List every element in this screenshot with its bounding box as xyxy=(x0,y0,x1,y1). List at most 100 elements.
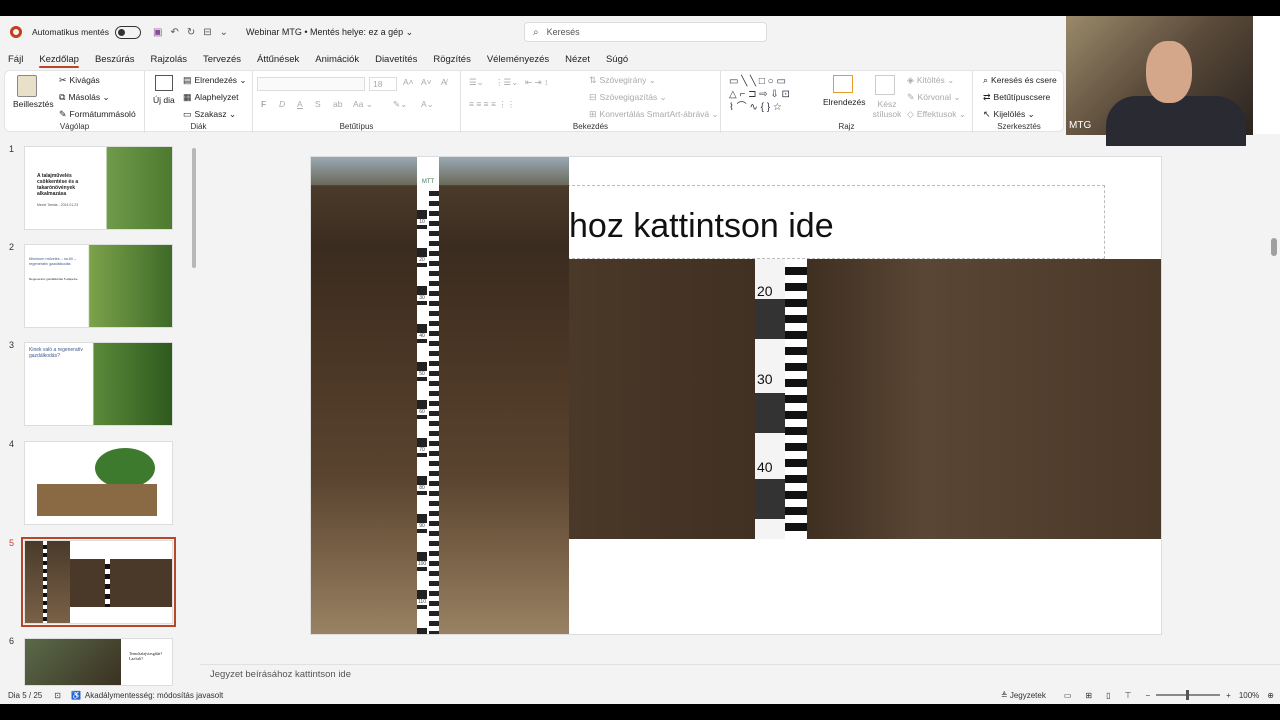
font-name-box[interactable] xyxy=(257,77,365,91)
numbering-icon[interactable]: ⋮☰⌄ xyxy=(495,77,518,88)
slideshow-icon[interactable]: ⊤ xyxy=(1125,691,1132,700)
highlight-icon[interactable]: ✎⌄ xyxy=(393,99,407,110)
layout-button[interactable]: ▤ Elrendezés ⌄ xyxy=(183,75,247,86)
notes-button[interactable]: ≜ Jegyzetek xyxy=(1001,691,1046,700)
save-icon[interactable]: ▣ xyxy=(153,27,162,38)
fill-button[interactable]: ◈ Kitöltés ⌄ xyxy=(907,75,954,86)
clear-format-icon[interactable]: A̸ xyxy=(441,77,447,87)
cut-button[interactable]: ✂ Kivágás xyxy=(59,75,100,86)
accessibility-status[interactable]: Akadálymentesség: módosítás javasolt xyxy=(85,691,223,700)
zoom-in-icon[interactable]: + xyxy=(1226,691,1231,700)
tab-insert[interactable]: Beszúrás xyxy=(87,54,143,68)
zoom-slider[interactable] xyxy=(1156,690,1221,700)
soil-image-left[interactable]: MTT 10 20 30 40 50 60 70 80 90 100 110 xyxy=(311,157,569,634)
new-slide-icon[interactable] xyxy=(155,75,173,91)
zoom-out-icon[interactable]: − xyxy=(1145,691,1150,700)
slide-thumbnail-1[interactable]: A talajművelés csökkentése és a takarónö… xyxy=(24,146,173,230)
font-color-icon[interactable]: A⌄ xyxy=(421,99,434,110)
text-direction-button[interactable]: ⇅ Szövegirány ⌄ xyxy=(589,75,656,86)
find-replace-button[interactable]: ⌕ Keresés és csere xyxy=(983,75,1057,86)
slide-thumbnail-6[interactable]: Termőtalajvizsgálat? Laz/tali? xyxy=(24,638,173,686)
tab-help[interactable]: Súgó xyxy=(598,54,636,68)
accessibility-icon[interactable]: ♿ xyxy=(71,691,81,700)
change-case-button[interactable]: Aa ⌄ xyxy=(353,99,373,110)
reading-view-icon[interactable]: ▯ xyxy=(1106,691,1110,700)
replace-fonts-button[interactable]: ⇄ Betűtípuscsere xyxy=(983,92,1050,103)
slide-thumbnail-5[interactable] xyxy=(21,537,176,627)
strikethrough-button[interactable]: S xyxy=(315,99,321,109)
present-icon[interactable]: ⊟ xyxy=(203,27,211,38)
ribbon-tabs: Fájl Kezdőlap Beszúrás Rajzolás Tervezés… xyxy=(0,48,1066,68)
section-button[interactable]: ▭ Szakasz ⌄ xyxy=(183,109,236,120)
fit-to-window-icon[interactable]: ⊕ xyxy=(1267,691,1274,700)
notes-placeholder[interactable]: Jegyzet beírásához kattintson ide xyxy=(210,669,351,680)
italic-button[interactable]: D xyxy=(279,99,285,109)
tab-view[interactable]: Nézet xyxy=(557,54,598,68)
tab-slideshow[interactable]: Diavetítés xyxy=(367,54,425,68)
effects-button[interactable]: ◇ Effektusok ⌄ xyxy=(907,109,966,120)
slides-pane-scrollbar[interactable] xyxy=(191,142,197,682)
powerpoint-logo-icon xyxy=(10,26,22,38)
copy-button[interactable]: ⧉ Másolás ⌄ xyxy=(59,92,110,103)
indent-icons[interactable]: ⇤ ⇥ ↕ xyxy=(525,77,548,88)
slide-thumbnail-4[interactable] xyxy=(24,441,173,525)
paste-icon[interactable] xyxy=(17,75,37,97)
tab-transitions[interactable]: Áttűnések xyxy=(249,54,307,68)
select-button[interactable]: ↖ Kijelölés ⌄ xyxy=(983,109,1035,120)
shrink-font-icon[interactable]: A˅ xyxy=(421,77,432,87)
tab-design[interactable]: Tervezés xyxy=(195,54,249,68)
format-painter-button[interactable]: ✎ Formátummásoló xyxy=(59,109,136,120)
notes-icon: ≜ xyxy=(1000,690,1008,700)
normal-view-icon[interactable]: ▭ xyxy=(1064,691,1072,700)
outline-button[interactable]: ✎ Körvonal ⌄ xyxy=(907,92,961,103)
shapes-gallery[interactable]: ▭ ╲ ╲ □ ○ ▭ △ ⌐ ⊐ ⇨ ⇩ ⊡ ⌇ ⌒ ∿ { } ☆ xyxy=(729,75,815,115)
customize-toolbar-icon[interactable]: ⌄ xyxy=(220,27,228,38)
paste-button[interactable]: Beillesztés xyxy=(13,99,54,109)
smartart-icon: ⊞ xyxy=(589,109,597,119)
new-slide-button[interactable]: Új dia xyxy=(153,95,175,105)
thumb-5-soil-left xyxy=(25,541,70,623)
font-size-box[interactable]: 18 xyxy=(369,77,397,91)
grow-font-icon[interactable]: A˄ xyxy=(403,77,414,87)
arrange-button[interactable]: Elrendezés xyxy=(823,97,866,107)
ribbon: Beillesztés ✂ Kivágás ⧉ Másolás ⌄ ✎ Formátu… xyxy=(0,68,1066,134)
notes-pane[interactable]: Jegyzet beírásához kattintson ide xyxy=(200,664,1280,686)
tab-review[interactable]: Véleményezés xyxy=(479,54,557,68)
undo-icon[interactable]: ↶ xyxy=(170,27,178,38)
tab-draw[interactable]: Rajzolás xyxy=(143,54,195,68)
scrollbar-thumb[interactable] xyxy=(1271,238,1277,256)
reset-button[interactable]: ▦ Alaphelyzet xyxy=(183,92,238,103)
slide-title[interactable]: hoz kattintson ide xyxy=(569,207,834,246)
quick-styles-button[interactable]: Kész stílusok xyxy=(867,99,907,119)
arrange-icon[interactable] xyxy=(833,75,853,93)
zoom-level[interactable]: 100% xyxy=(1239,691,1259,700)
document-title[interactable]: Webinar MTG • Mentés helye: ez a gép ⌄ xyxy=(246,27,413,38)
zoom-slider-handle[interactable] xyxy=(1186,690,1190,700)
soil-image-right[interactable]: 20 30 40 xyxy=(569,259,1161,539)
slide-sorter-icon[interactable]: ⊞ xyxy=(1085,691,1092,700)
align-text-button[interactable]: ⊟ Szövegigazítás ⌄ xyxy=(589,92,667,103)
notes-button-label: Jegyzetek xyxy=(1009,690,1046,700)
tab-file[interactable]: Fájl xyxy=(0,54,31,68)
bold-button[interactable]: F xyxy=(261,99,266,109)
bullets-icon[interactable]: ☰⌄ xyxy=(469,77,484,88)
spacing-icon[interactable]: ab xyxy=(333,99,342,109)
search-input[interactable]: ⌕ Keresés xyxy=(524,22,767,42)
editor-scrollbar[interactable] xyxy=(1268,134,1280,664)
tab-animations[interactable]: Animációk xyxy=(307,54,367,68)
tab-home[interactable]: Kezdőlap xyxy=(31,54,87,68)
smartart-button[interactable]: ⊞ Konvertálás SmartArt-ábrává ⌄ xyxy=(589,109,719,120)
current-slide[interactable]: 20 30 40 hoz kattintson ide MTT 10 20 30 40… xyxy=(310,156,1162,635)
quick-styles-icon[interactable] xyxy=(875,75,895,95)
redo-icon[interactable]: ↻ xyxy=(187,27,195,38)
spellcheck-icon[interactable]: ⊡ xyxy=(54,691,61,700)
text-direction-icon: ⇅ xyxy=(589,75,597,85)
ruler-left-mark: 80 xyxy=(417,485,427,491)
underline-button[interactable]: A xyxy=(297,99,303,109)
slide-thumbnail-2[interactable]: Minimum művelés – no-till – regeneratív … xyxy=(24,244,173,328)
align-icons[interactable]: ≡ ≡ ≡ ≡ ⋮⋮ xyxy=(469,99,515,110)
slide-thumbnail-3[interactable]: Kinek való a regeneratív gazdálkodás? xyxy=(24,342,173,426)
autosave-toggle[interactable] xyxy=(115,25,142,39)
tab-record[interactable]: Rögzítés xyxy=(425,54,479,68)
scrollbar-thumb[interactable] xyxy=(192,148,196,268)
